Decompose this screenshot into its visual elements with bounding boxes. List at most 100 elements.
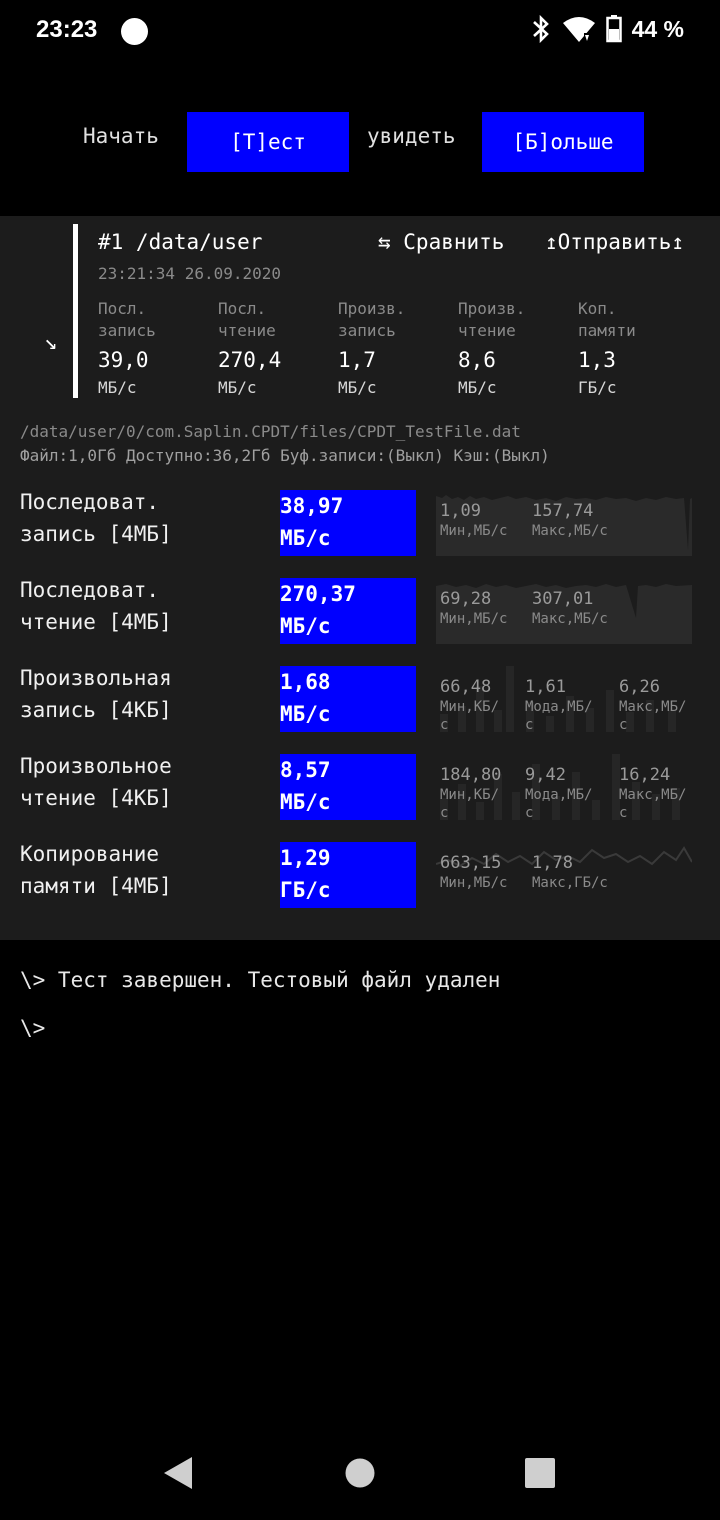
see-label: увидеть [367,124,456,148]
status-icons: 44 % [530,14,684,44]
more-button[interactable]: [Б]ольше [482,112,644,172]
test-name-line: Произвольная [20,666,172,690]
test-name: Последоват. чтение [4МБ] [20,574,172,638]
test-unit: МБ/с [280,790,331,814]
console-prompt[interactable]: \> [20,1016,45,1040]
collapse-arrow-icon[interactable]: ↘ [44,330,57,355]
stat-label: Мода,МБ/ [525,787,593,803]
test-file-path: /data/user/0/com.Saplin.CPDT/files/CPDT_… [20,422,521,441]
test-value: 1,68 [280,670,331,694]
test-result-value: 270,37 МБ/с [280,578,416,644]
stat-value: 1,78 [532,853,573,873]
test-stat: 307,01 Макс,МБ/с [532,588,608,628]
stat-label: Макс,МБ/с [532,523,608,539]
test-row-seq-read: Последоват. чтение [4МБ] 270,37 МБ/с 69,… [0,578,720,648]
test-result-value: 1,68 МБ/с [280,666,416,732]
results-panel: ↘ #1 /data/user ⇆ Сравнить ↥Отправить↥ 2… [0,216,720,940]
summary-value: 270,4 [218,348,282,372]
test-stat: 1,78 Макс,ГБ/с [532,852,608,892]
result-title[interactable]: #1 /data/user [98,230,262,254]
test-name-line: Последоват. [20,490,160,514]
test-name-line: запись [4КБ] [20,698,172,722]
stat-label: Макс,МБ/с [532,611,608,627]
stat-value: 16,24 [619,765,671,785]
recents-icon[interactable] [525,1458,555,1488]
stat-label: Мин,КБ/ [440,699,500,715]
test-unit: МБ/с [280,702,331,726]
test-stat: 157,74 Макс,МБ/с [532,500,608,540]
stat-value: 1,09 [440,501,481,521]
test-name: Последоват. запись [4МБ] [20,486,172,550]
notification-dot-icon [121,18,148,45]
stat-label: Мин,МБ/с [440,523,508,539]
summary-label: памяти [578,321,636,340]
summary-label: Произв. [458,299,526,318]
console-line: \> Тест завершен. Тестовый файл удален [20,968,501,992]
battery-percent: 44 % [631,15,684,42]
test-unit: МБ/с [280,614,331,638]
summary-mem-copy: Коп. памяти 1,3 ГБ/с [578,298,696,397]
test-result-value: 8,57 МБ/с [280,754,416,820]
test-stat: 6,26 Макс,МБ/ с [619,676,686,734]
stat-label: Макс,ГБ/с [532,875,608,891]
test-unit: МБ/с [280,526,331,550]
test-result-value: 1,29 ГБ/с [280,842,416,908]
toolbar: Начать [Т]ест увидеть [Б]ольше [0,112,720,174]
test-unit: ГБ/с [280,878,331,902]
send-button[interactable]: ↥Отправить↥ [545,230,684,254]
summary-label: Посл. [218,299,267,318]
test-name: Произвольная запись [4КБ] [20,662,172,726]
test-stat: 1,09 Мин,МБ/с [440,500,507,540]
summary-rand-write: Произв. запись 1,7 МБ/с [338,298,456,397]
test-name-line: Последоват. [20,578,160,602]
stat-label: Макс,МБ/ [619,699,687,715]
home-icon[interactable] [345,1458,375,1488]
test-stat: 9,42 Мода,МБ/ с [525,764,592,822]
test-stat: 69,28 Мин,МБ/с [440,588,507,628]
stat-value: 663,15 [440,853,502,873]
summary-label: чтение [458,321,516,340]
summary-seq-read: Посл. чтение 270,4 МБ/с [218,298,336,397]
stat-value: 157,74 [532,501,594,521]
summary-label: Произв. [338,299,406,318]
result-selection-bar [73,224,78,398]
test-name-line: чтение [4КБ] [20,786,172,810]
stat-value: 184,80 [440,765,502,785]
summary-value: 1,7 [338,348,376,372]
summary-label: Коп. [578,299,617,318]
summary-unit: МБ/с [98,378,137,397]
test-name-line: запись [4МБ] [20,522,172,546]
result-datetime: 23:21:34 26.09.2020 [98,264,282,283]
test-row-seq-write: Последоват. запись [4МБ] 38,97 МБ/с 1,09… [0,490,720,560]
stat-label: с [619,717,628,733]
test-stat: 184,80 Мин,КБ/ с [440,764,501,822]
stat-label: с [525,805,534,821]
stat-label: Мин,КБ/ [440,787,500,803]
test-row-rand-write: Произвольная запись [4КБ] 1,68 МБ/с 66,4… [0,666,720,736]
test-value: 8,57 [280,758,331,782]
stat-value: 9,42 [525,765,566,785]
test-button[interactable]: [Т]ест [187,112,349,172]
stat-value: 307,01 [532,589,594,609]
stat-value: 69,28 [440,589,492,609]
test-value: 38,97 [280,494,344,518]
stat-label: Мин,МБ/с [440,875,508,891]
test-name: Произвольное чтение [4КБ] [20,750,172,814]
summary-rand-read: Произв. чтение 8,6 МБ/с [458,298,576,397]
stat-value: 6,26 [619,677,660,697]
test-stat: 16,24 Макс,МБ/ с [619,764,686,822]
navigation-bar [0,1432,720,1512]
test-stat: 663,15 Мин,МБ/с [440,852,507,892]
status-bar: 23:23 44 % [0,0,720,62]
test-row-rand-read: Произвольное чтение [4КБ] 8,57 МБ/с 184,… [0,754,720,824]
stat-label: с [619,805,628,821]
back-icon[interactable] [162,1456,194,1490]
summary-label: запись [98,321,156,340]
start-label: Начать [83,124,159,148]
test-value: 1,29 [280,846,331,870]
test-stat: 66,48 Мин,КБ/ с [440,676,499,734]
compare-button[interactable]: ⇆ Сравнить [378,230,504,254]
test-name-line: памяти [4МБ] [20,874,172,898]
wifi-icon [562,17,595,42]
test-name-line: Копирование [20,842,160,866]
